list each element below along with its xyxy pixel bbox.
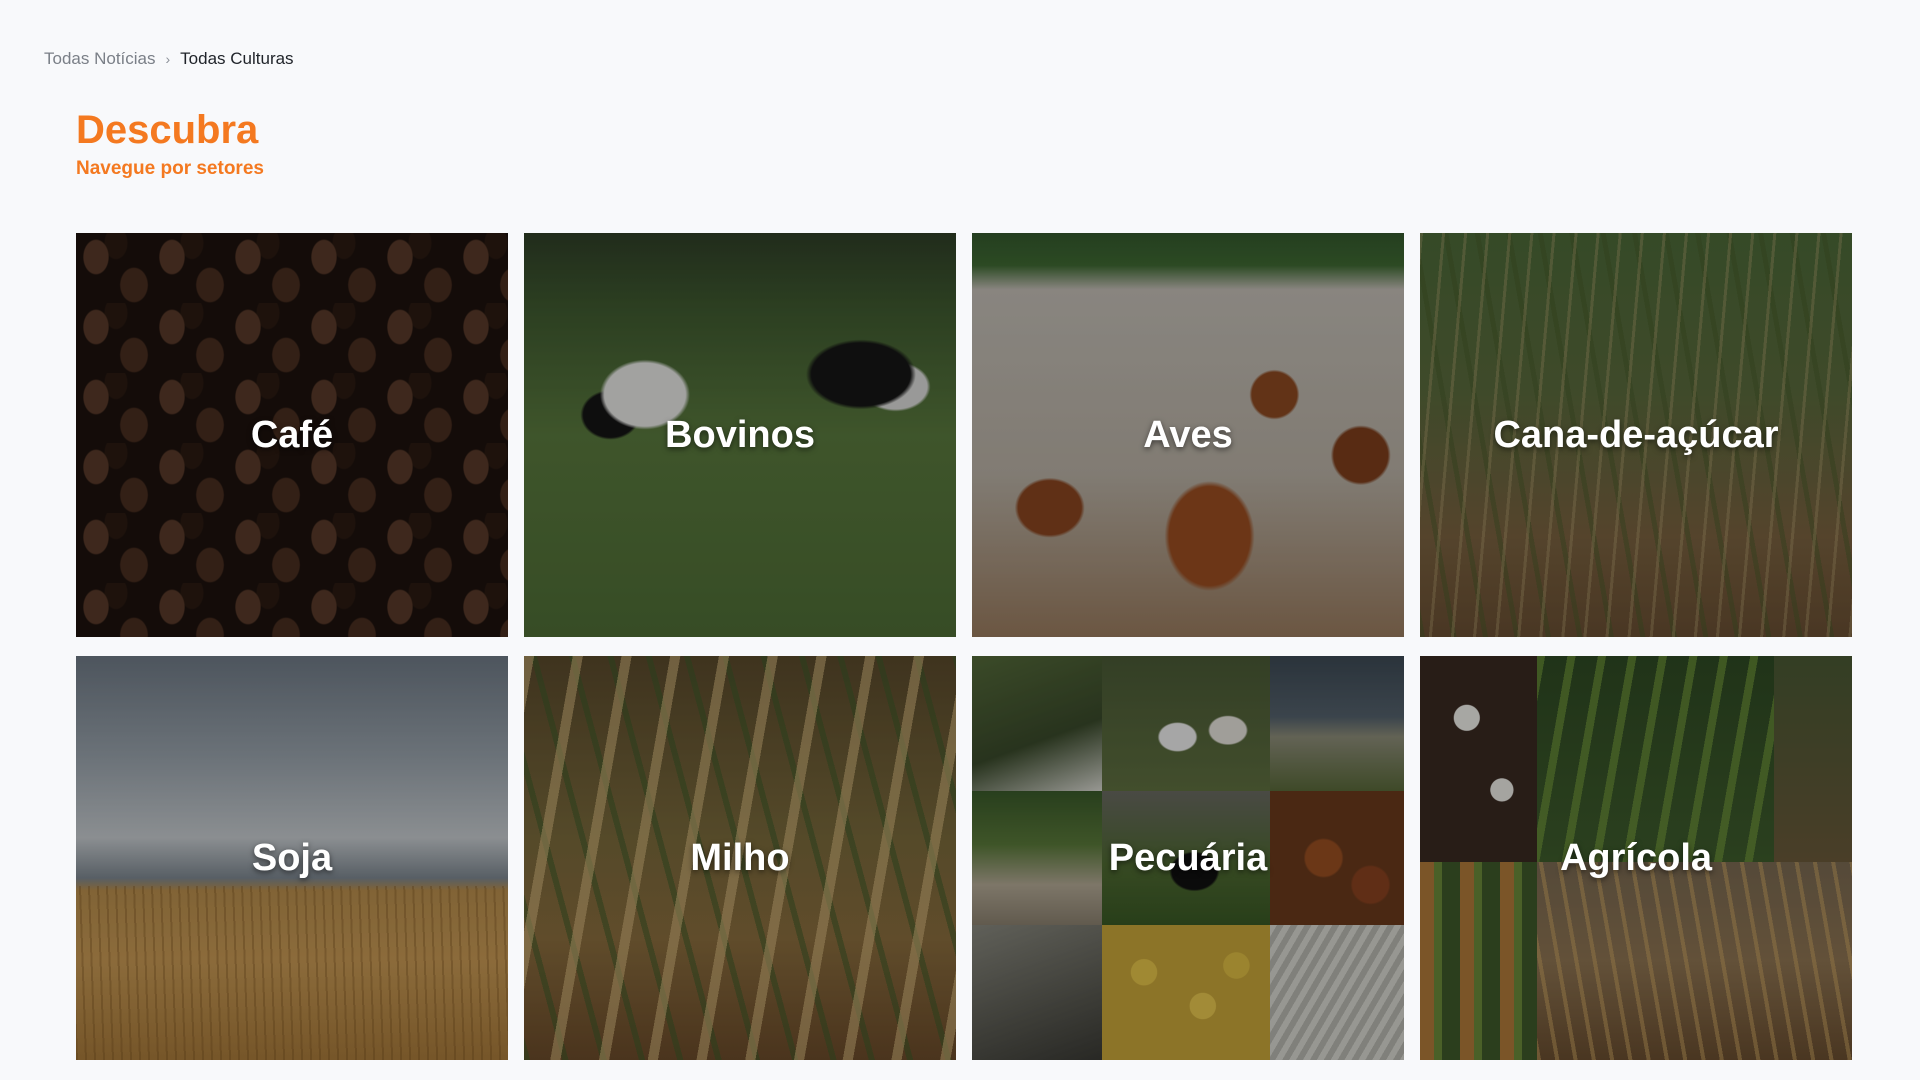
sector-card-aves[interactable]: Aves xyxy=(972,233,1404,637)
page-title: Descubra xyxy=(76,108,259,152)
sector-card-bovinos[interactable]: Bovinos xyxy=(524,233,956,637)
sector-card-soja[interactable]: Soja xyxy=(76,656,508,1060)
section-heading: Descubra Navegue por setores xyxy=(76,106,264,182)
sector-label-aves: Aves xyxy=(1143,413,1233,456)
sector-grid: Café Bovinos Aves Cana-de-açúcar Soja Mi… xyxy=(76,233,1854,1060)
sector-label-cana-de-acucar: Cana-de-açúcar xyxy=(1493,413,1779,456)
sector-label-pecuaria: Pecuária xyxy=(1108,836,1268,879)
page: Todas Notícias › Todas Culturas Descubra… xyxy=(0,0,1920,1080)
sector-card-cafe[interactable]: Café xyxy=(76,233,508,637)
sector-label-bovinos: Bovinos xyxy=(665,413,815,456)
sector-label-agricola: Agrícola xyxy=(1559,836,1713,879)
sector-label-cafe: Café xyxy=(250,413,334,456)
sector-card-cana-de-acucar[interactable]: Cana-de-açúcar xyxy=(1420,233,1852,637)
breadcrumb-separator-icon: › xyxy=(165,51,171,67)
sector-card-pecuaria[interactable]: Pecuária xyxy=(972,656,1404,1060)
breadcrumb-link-todas-noticias[interactable]: Todas Notícias xyxy=(44,48,156,70)
page-subtitle: Navegue por setores xyxy=(76,158,264,179)
sector-label-milho: Milho xyxy=(690,836,790,879)
breadcrumb-current-todas-culturas: Todas Culturas xyxy=(180,49,294,68)
sector-card-milho[interactable]: Milho xyxy=(524,656,956,1060)
breadcrumb: Todas Notícias › Todas Culturas xyxy=(44,48,294,70)
sector-label-soja: Soja xyxy=(251,836,333,879)
sector-card-agricola[interactable]: Agrícola xyxy=(1420,656,1852,1060)
